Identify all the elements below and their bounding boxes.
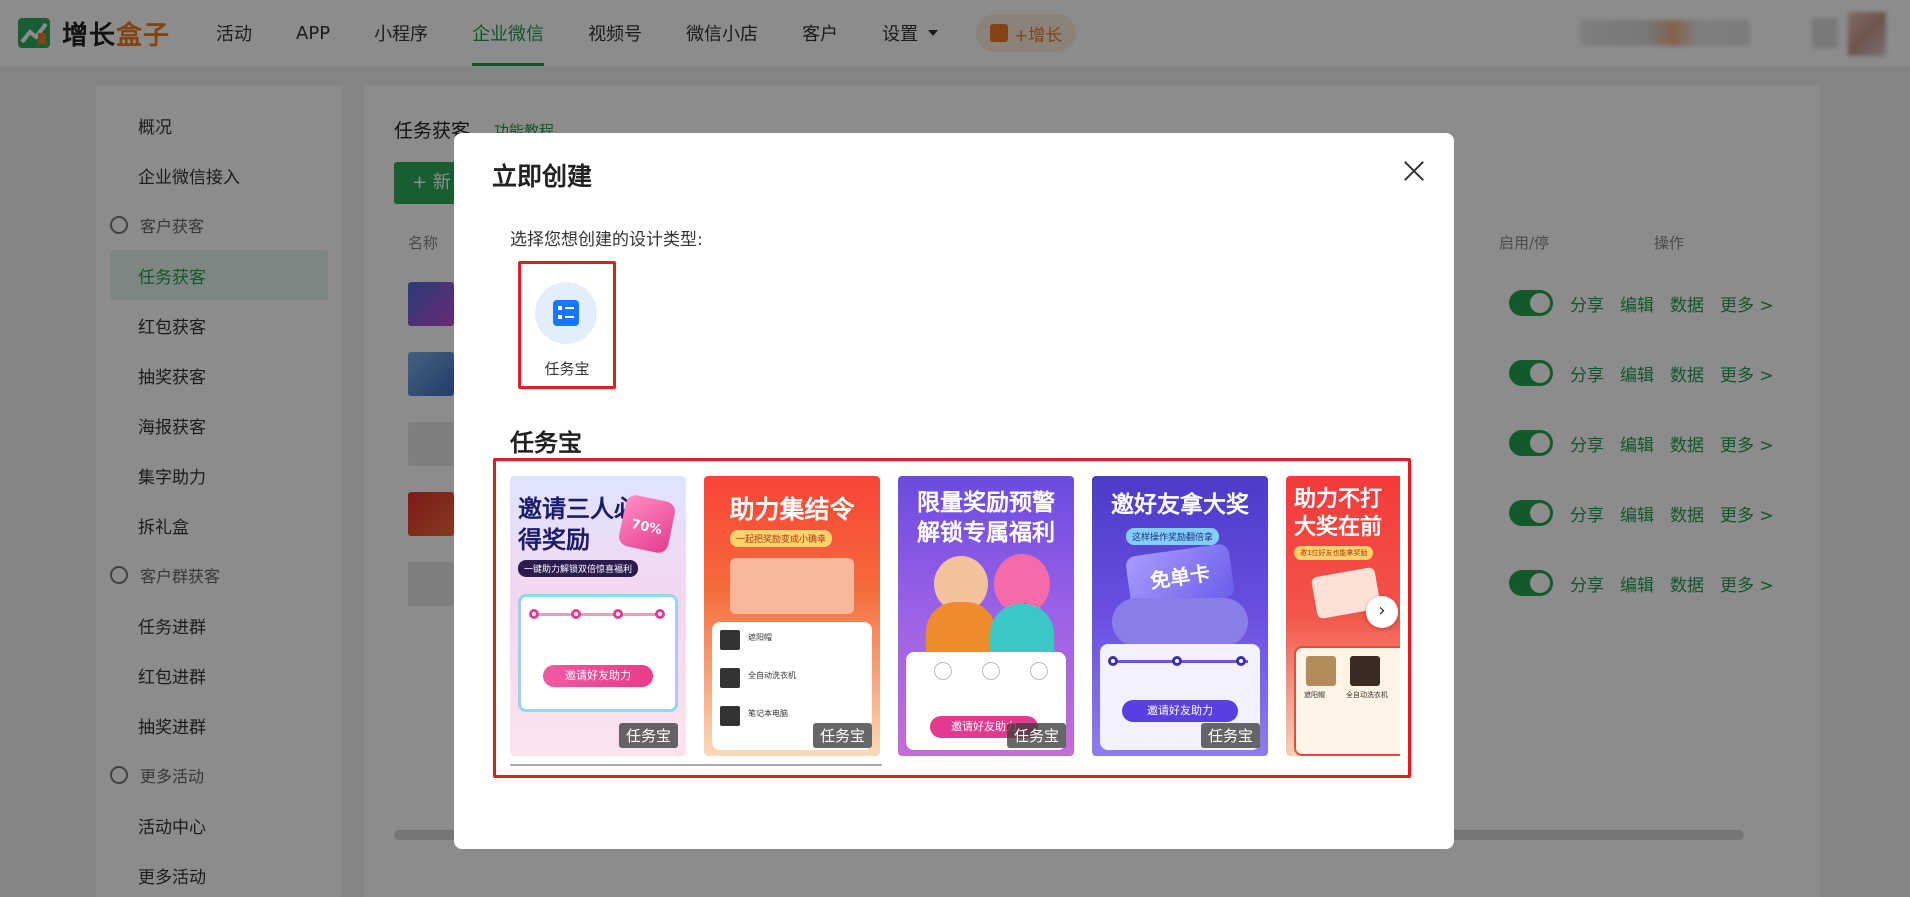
template-subtitle: 邀1位好友也能拿奖励 [1294,546,1374,560]
template-subtitle: 这样操作奖励翻倍拿 [1126,528,1220,545]
template-strip: 邀请三人必得奖励 70% 一键助力解锁双倍惊喜福利 邀请好友助力 任务宝 助力集… [510,476,1400,756]
template-reward-list: 遮阳帽 全自动洗衣机 [1294,646,1400,756]
reward-name: 遮阳帽 [1304,691,1325,699]
thumbs-up-illustration [1112,598,1248,646]
type-icon-background [535,282,597,344]
template-headline: 限量奖励预警解锁专属福利 [917,490,1055,546]
chevron-right-icon[interactable]: › [1366,596,1398,628]
design-type-label: 任务宝 [544,360,590,378]
template-card[interactable]: 助力集结令 一起把奖励变成小确幸 遮阳帽 全自动洗衣机 笔记本电脑 任务宝 [704,476,880,756]
design-type-task-treasure[interactable]: 任务宝 [518,261,616,389]
invite-friend-button: 邀请好友助力 [1122,700,1238,722]
template-gallery: 邀请三人必得奖励 70% 一键助力解锁双倍惊喜福利 邀请好友助力 任务宝 助力集… [493,458,1411,778]
template-subtitle: 一起把奖励变成小确幸 [730,530,833,547]
template-headline: 助力不打大奖在前 [1294,487,1383,540]
template-headline: 邀好友拿大奖 [1111,492,1249,518]
task-list-icon [553,300,579,326]
reward-name: 全自动洗衣机 [748,671,796,680]
create-dialog: 立即创建 选择您想创建的设计类型: 任务宝 任务宝 邀请三人必得奖励 70% 一… [454,133,1454,849]
template-badge: 任务宝 [1200,723,1260,748]
template-card[interactable]: 邀请三人必得奖励 70% 一键助力解锁双倍惊喜福利 邀请好友助力 任务宝 [510,476,686,756]
template-headline: 邀请三人必得奖励 [518,495,638,554]
design-type-prompt: 选择您想创建的设计类型: [510,230,703,250]
close-icon[interactable] [1400,157,1428,185]
reward-name: 遮阳帽 [748,633,772,642]
template-headline: 助力集结令 [729,495,855,524]
template-card[interactable]: 邀好友拿大奖 这样操作奖励翻倍拿 免单卡 邀请好友助力 任务宝 [1092,476,1268,756]
template-badge: 任务宝 [812,723,872,748]
template-badge: 任务宝 [1006,723,1066,748]
template-subtitle: 一键助力解锁双倍惊喜福利 [518,560,639,577]
template-section-title: 任务宝 [510,429,582,457]
reward-name: 全自动洗衣机 [1346,691,1388,699]
invite-friend-button: 邀请好友助力 [543,665,653,687]
reward-name: 笔记本电脑 [748,709,788,718]
gift-illustration [730,558,854,614]
template-badge: 任务宝 [618,723,678,748]
template-progress-panel: 邀请好友助力 [518,594,678,712]
gallery-scrollbar[interactable] [510,764,882,766]
dialog-title: 立即创建 [492,162,593,191]
template-card[interactable]: 限量奖励预警解锁专属福利 邀请好友助力 任务宝 [898,476,1074,756]
